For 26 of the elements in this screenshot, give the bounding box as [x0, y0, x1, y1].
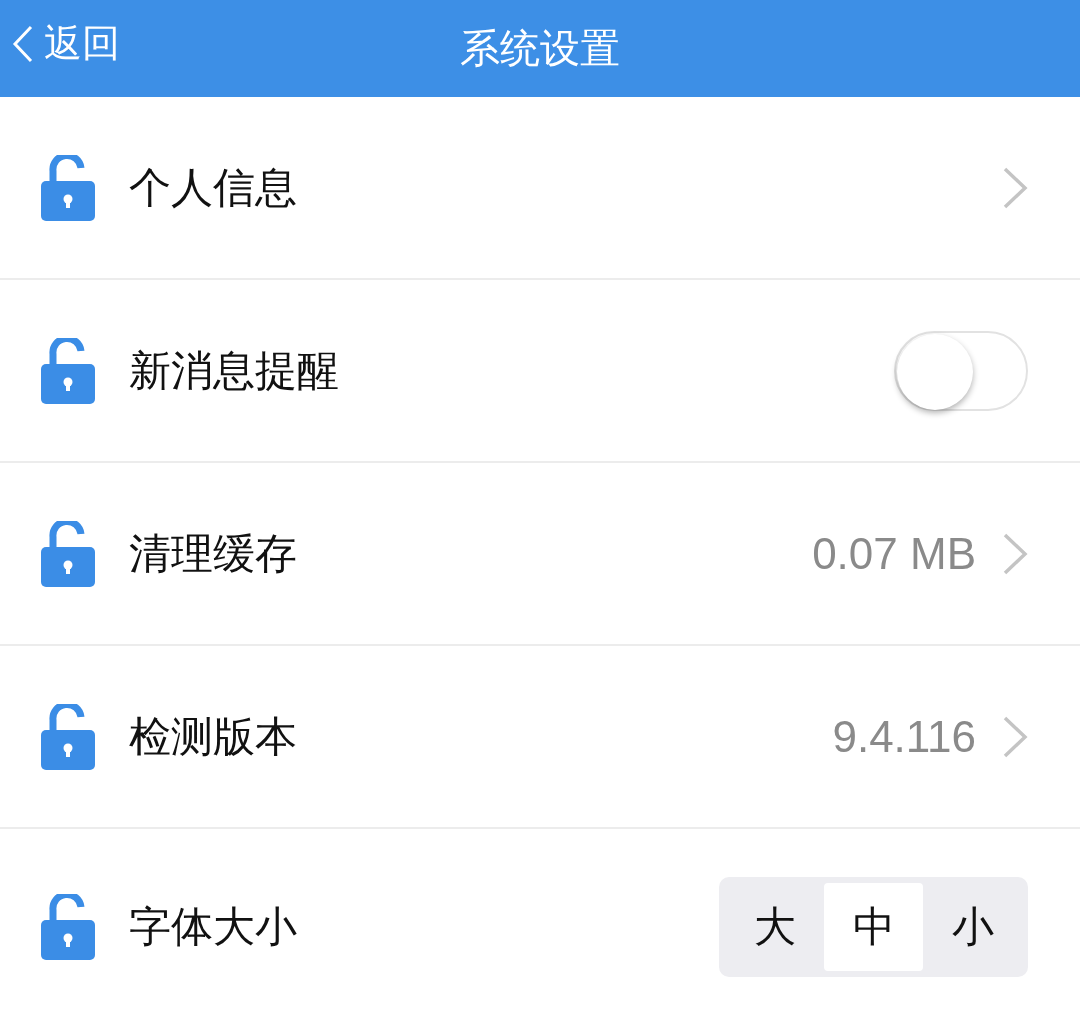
row-label: 字体大小: [129, 901, 297, 953]
lock-icon: [41, 894, 95, 960]
settings-row[interactable]: 字体大小 大 中 小: [0, 829, 1080, 1024]
back-icon: [12, 24, 34, 63]
lock-icon: [41, 703, 95, 770]
page-title: 系统设置: [460, 24, 620, 73]
row-label: 个人信息: [129, 161, 297, 214]
row-label: 检测版本: [129, 710, 297, 763]
lock-icon: [41, 337, 95, 404]
chevron-icon: [1002, 715, 1028, 758]
lock-icon: [41, 520, 95, 587]
size-option[interactable]: 大: [725, 883, 824, 971]
size-option[interactable]: 小: [923, 883, 1022, 971]
settings-row[interactable]: 清理缓存 0.07 MB: [0, 463, 1080, 644]
chevron-icon: [1002, 532, 1028, 575]
row-value: 0.07 MB: [812, 528, 976, 579]
row-value: 9.4.116: [832, 711, 976, 762]
settings-row[interactable]: 检测版本 9.4.116: [0, 646, 1080, 827]
lock-icon: [41, 154, 95, 221]
size-option[interactable]: 中: [824, 883, 923, 971]
settings-row[interactable]: 个人信息: [0, 97, 1080, 278]
chevron-icon: [1002, 166, 1028, 209]
toggle-switch[interactable]: [894, 330, 1028, 411]
row-label: 新消息提醒: [129, 344, 339, 397]
settings-row[interactable]: 新消息提醒: [0, 280, 1080, 461]
row-label: 清理缓存: [129, 527, 297, 580]
